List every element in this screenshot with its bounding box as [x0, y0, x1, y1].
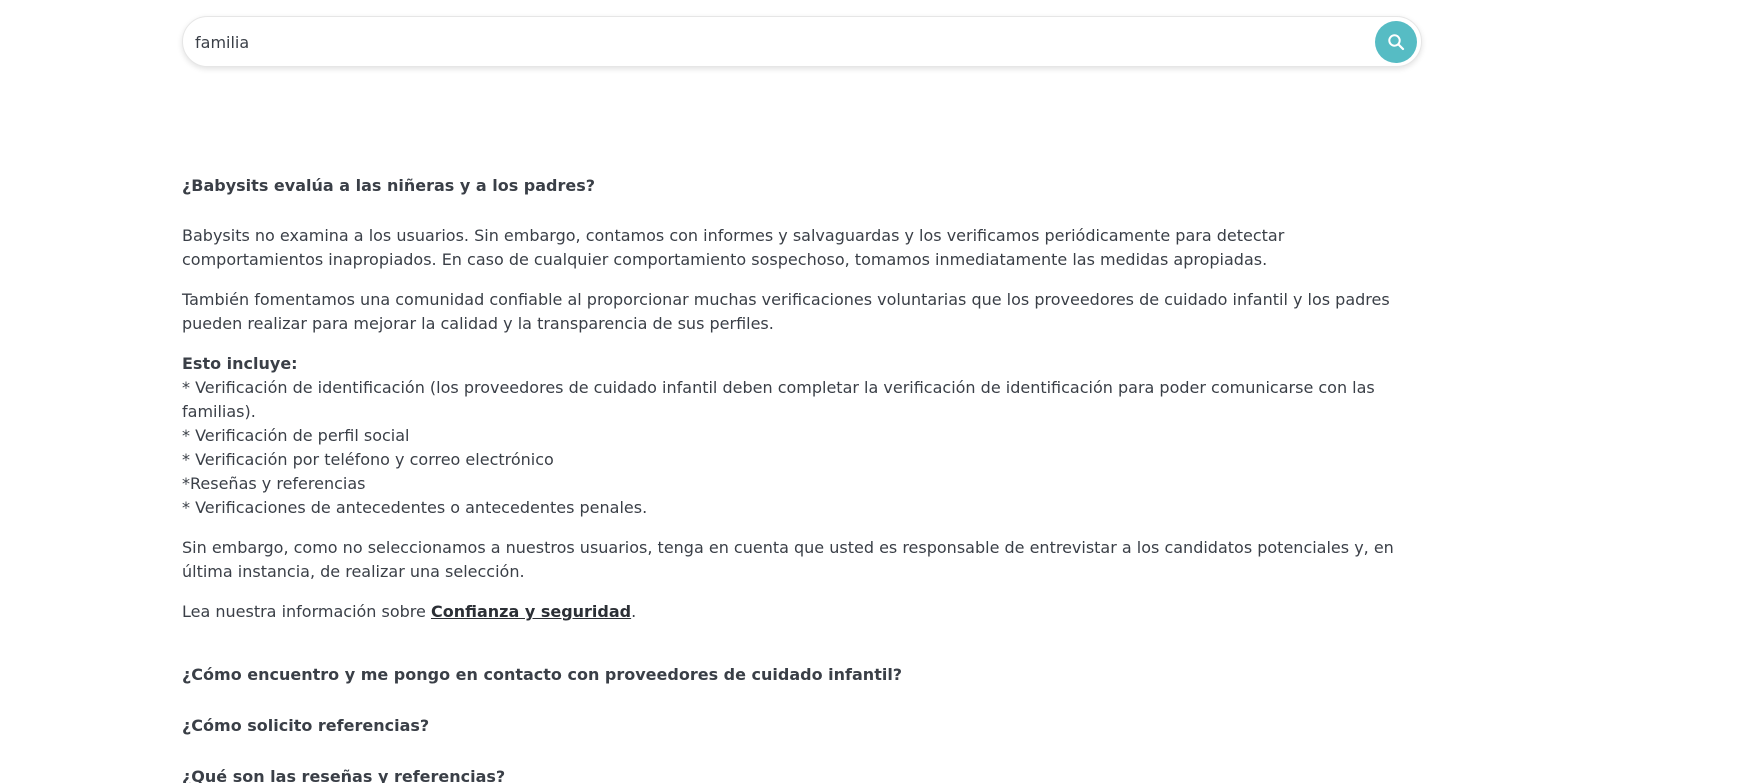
list-item: * Verificaciones de antecedentes o antec… — [182, 498, 648, 517]
answer-text: También fomentamos una comunidad confiab… — [182, 290, 1390, 309]
faq-question-request-references[interactable]: ¿Cómo solicito referencias? — [182, 716, 429, 735]
search-icon — [1387, 33, 1405, 51]
list-item: * Verificación por teléfono y correo ele… — [182, 450, 554, 469]
list-item: familias). — [182, 402, 256, 421]
answer-text: comportamientos inapropiados. En caso de… — [182, 250, 1268, 269]
faq-answer-includes-list: Esto incluye: * Verificación de identifi… — [182, 352, 1422, 520]
link-suffix: . — [631, 602, 637, 621]
includes-title: Esto incluye: — [182, 354, 298, 373]
search-button[interactable] — [1375, 21, 1417, 63]
answer-text: Babysits no examina a los usuarios. Sin … — [182, 226, 1285, 245]
list-item: *Reseñas y referencias — [182, 474, 366, 493]
faq-question-reviews-references[interactable]: ¿Qué son las reseñas y referencias? — [182, 767, 505, 783]
faq-question-open[interactable]: ¿Babysits evalúa a las niñeras y a los p… — [182, 176, 595, 195]
trust-safety-link[interactable]: Confianza y seguridad — [431, 602, 631, 621]
faq-answer-paragraph-4: Sin embargo, como no seleccionamos a nue… — [182, 536, 1422, 584]
faq-answer-paragraph-1: Babysits no examina a los usuarios. Sin … — [182, 224, 1422, 272]
search-bar — [182, 16, 1422, 67]
faq-answer-paragraph-2: También fomentamos una comunidad confiab… — [182, 288, 1422, 336]
answer-text: Lea nuestra información sobre Confianza … — [182, 600, 1422, 624]
faq-answer-paragraph-5: Lea nuestra información sobre Confianza … — [182, 600, 1422, 624]
page: ¿Babysits evalúa a las niñeras y a los p… — [0, 0, 1737, 783]
answer-text: Sin embargo, como no seleccionamos a nue… — [182, 538, 1394, 557]
list-item: * Verificación de identificación (los pr… — [182, 378, 1375, 397]
answer-text: pueden realizar para mejorar la calidad … — [182, 314, 774, 333]
search-input[interactable] — [195, 25, 1345, 59]
link-prefix: Lea nuestra información sobre — [182, 602, 431, 621]
answer-text: última instancia, de realizar una selecc… — [182, 562, 525, 581]
list-item: * Verificación de perfil social — [182, 426, 410, 445]
faq-question-find-contact[interactable]: ¿Cómo encuentro y me pongo en contacto c… — [182, 665, 902, 684]
